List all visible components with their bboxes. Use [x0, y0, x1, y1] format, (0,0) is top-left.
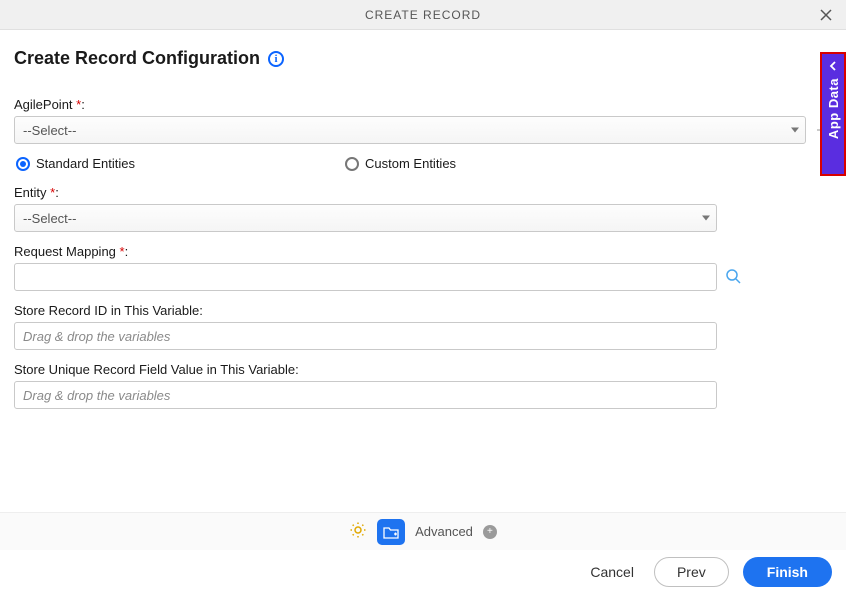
store-unique-input[interactable] — [14, 381, 717, 409]
info-icon[interactable]: i — [268, 51, 284, 67]
radio-icon-checked — [16, 157, 30, 171]
entity-select[interactable]: --Select-- — [14, 204, 717, 232]
advanced-label: Advanced — [415, 524, 473, 539]
store-record-id-label: Store Record ID in This Variable: — [14, 303, 832, 318]
agilepoint-label: AgilePoint *: — [14, 97, 832, 112]
request-mapping-label: Request Mapping *: — [14, 244, 832, 259]
bottom-toolbar: Advanced + — [0, 512, 846, 550]
agilepoint-select[interactable]: --Select-- — [14, 116, 806, 144]
store-unique-label: Store Unique Record Field Value in This … — [14, 362, 832, 377]
store-record-id-input[interactable] — [14, 322, 717, 350]
chevron-down-icon — [791, 128, 799, 133]
request-mapping-input[interactable] — [14, 263, 717, 291]
page-title: Create Record Configuration — [14, 48, 260, 69]
chevron-down-icon — [702, 216, 710, 221]
titlebar: CREATE RECORD — [0, 0, 846, 30]
radio-standard-entities[interactable]: Standard Entities — [16, 156, 135, 171]
close-button[interactable] — [816, 5, 836, 25]
window-title: CREATE RECORD — [365, 8, 481, 22]
radio-standard-label: Standard Entities — [36, 156, 135, 171]
footer: Cancel Prev Finish — [0, 550, 846, 594]
entity-select-value: --Select-- — [23, 211, 76, 226]
radio-icon-unchecked — [345, 157, 359, 171]
prev-button[interactable]: Prev — [654, 557, 729, 587]
entity-label: Entity *: — [14, 185, 832, 200]
side-tab-label: App Data — [826, 78, 841, 139]
chevron-left-icon — [828, 60, 838, 74]
magnifier-icon — [725, 268, 741, 284]
settings-button[interactable] — [349, 521, 367, 542]
close-icon — [819, 8, 833, 22]
radio-custom-entities[interactable]: Custom Entities — [345, 156, 456, 171]
folder-add-button[interactable] — [377, 519, 405, 545]
folder-plus-icon — [383, 525, 399, 539]
cancel-button[interactable]: Cancel — [584, 558, 640, 586]
lookup-button[interactable] — [725, 268, 741, 287]
agilepoint-select-value: --Select-- — [23, 123, 76, 138]
app-data-side-tab[interactable]: App Data — [820, 52, 846, 176]
finish-button[interactable]: Finish — [743, 557, 832, 587]
gear-icon — [349, 521, 367, 539]
radio-custom-label: Custom Entities — [365, 156, 456, 171]
advanced-add-button[interactable]: + — [483, 525, 497, 539]
